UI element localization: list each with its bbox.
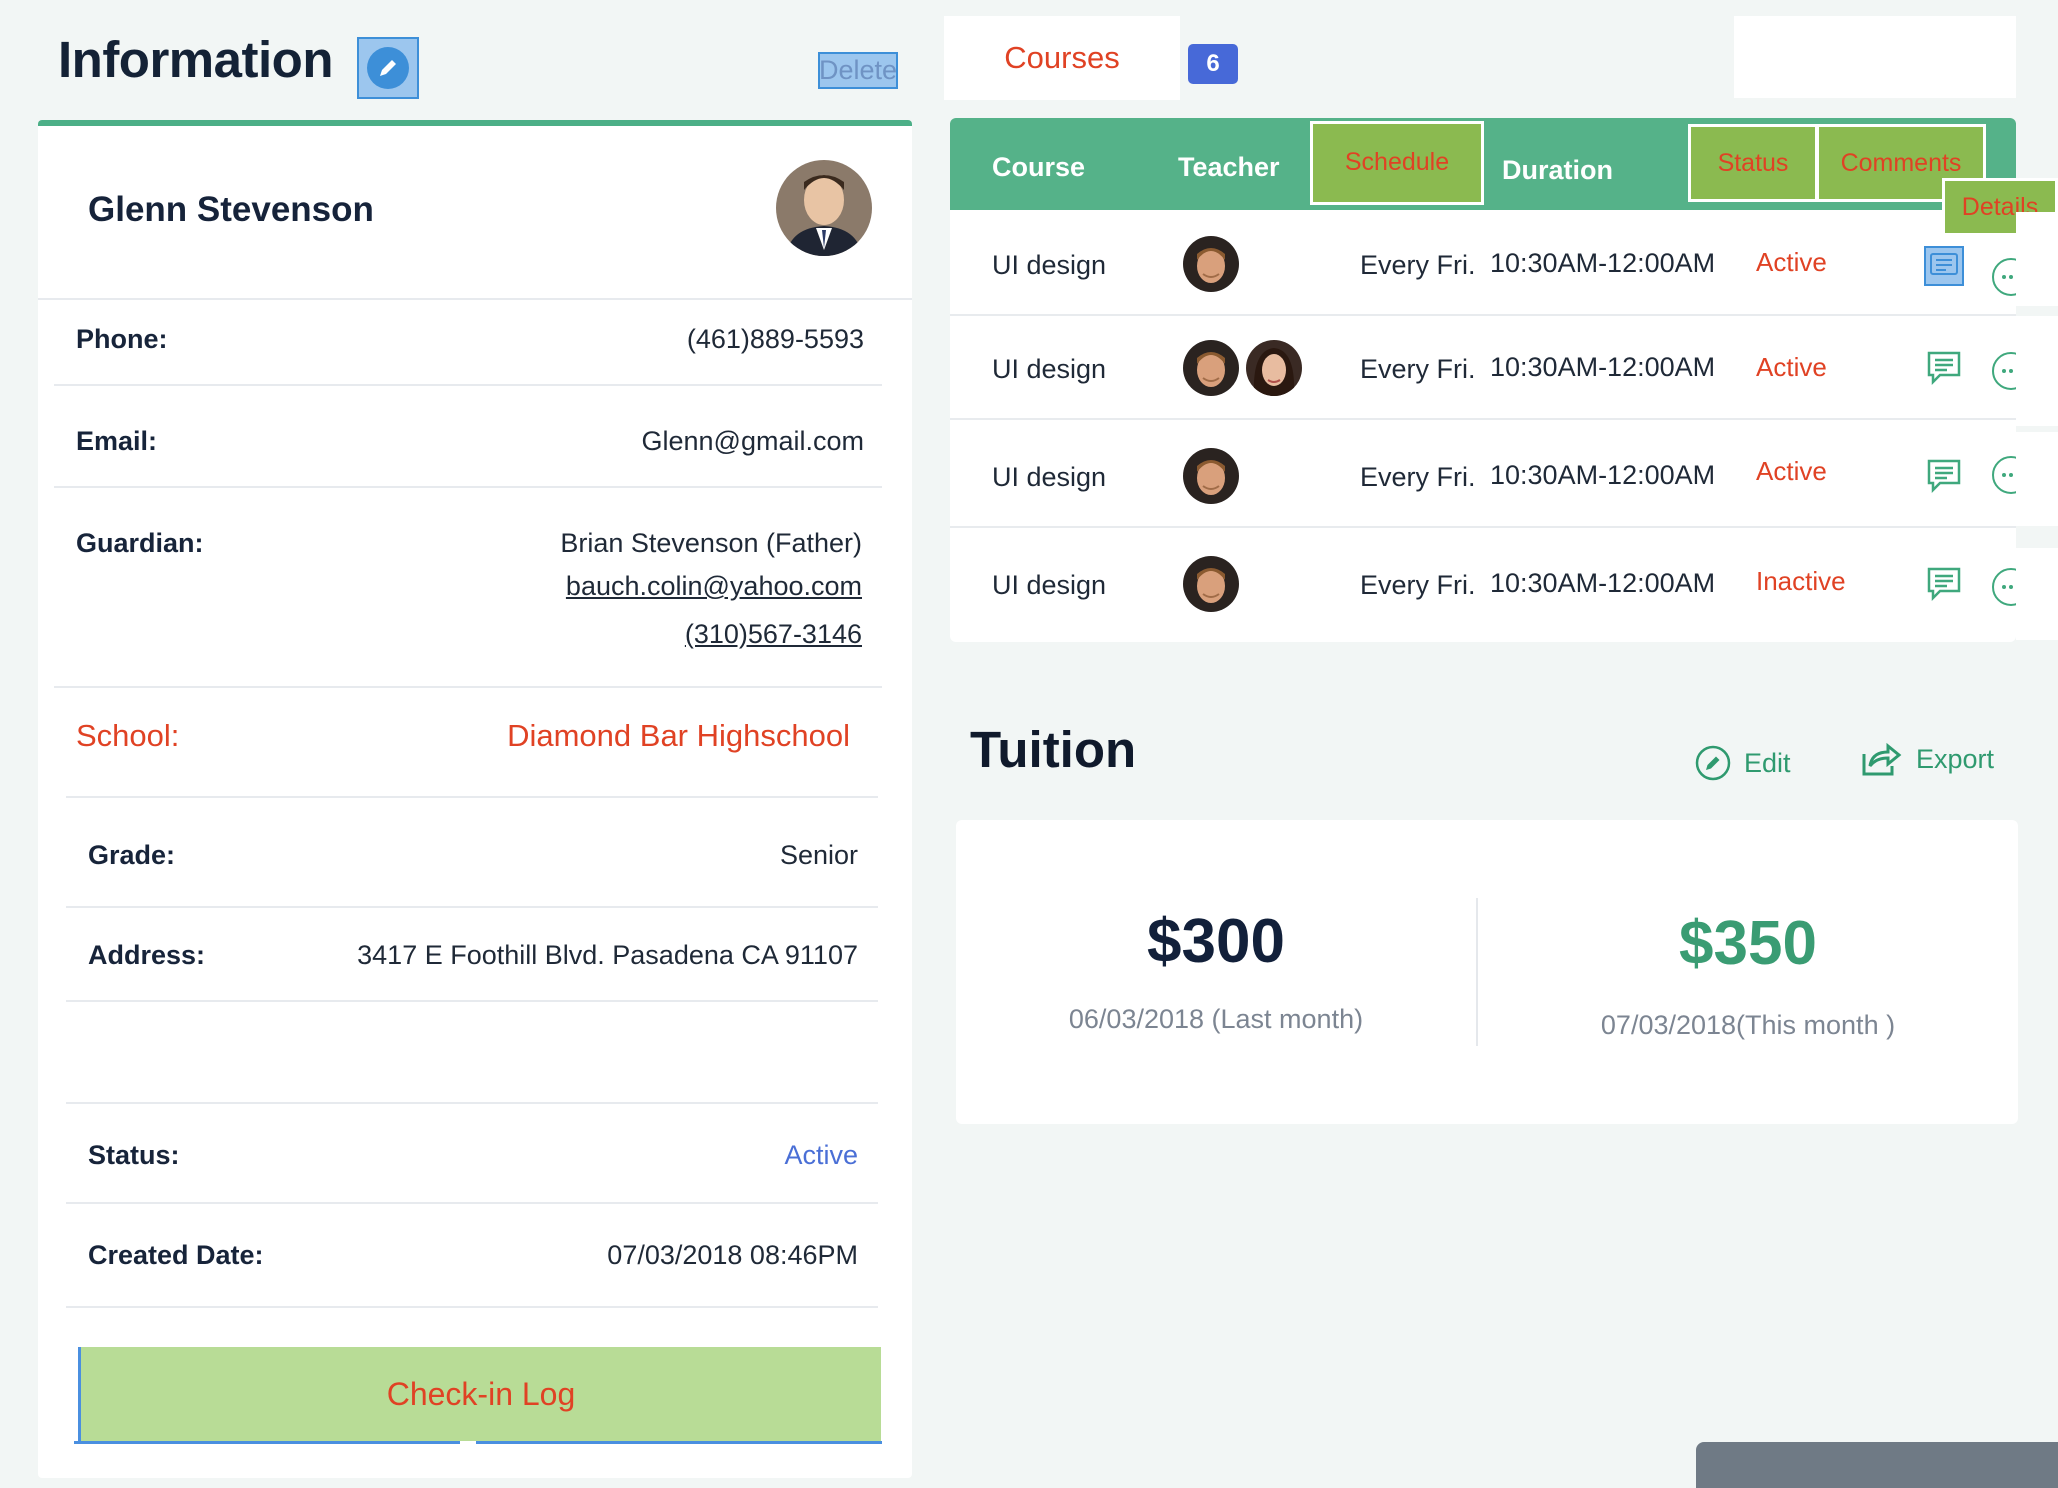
header-duration: Duration (1502, 155, 1613, 185)
status-label: Status: (88, 1140, 180, 1170)
last-month-amount: $300 (1147, 907, 1285, 976)
share-export-icon (1862, 742, 1902, 776)
this-month-date: 07/03/2018(This month ) (1600, 1010, 1896, 1040)
address-label: Address: (88, 940, 206, 970)
created-date-value: 07/03/2018 08:46PM (607, 1240, 858, 1270)
row-4-schedule: Every Fri. (1360, 570, 1476, 600)
row-1-status: Active (1756, 247, 1827, 277)
header-schedule: Schedule (1310, 121, 1484, 205)
export-label: Export (1916, 743, 1995, 774)
edit-circle-icon (1695, 745, 1731, 781)
teacher-avatar (1183, 556, 1239, 612)
phone-value: (461)889-5593 (686, 324, 864, 354)
comment-icon[interactable] (1924, 348, 1964, 388)
row-1-duration: 10:30AM-12:00AM (1490, 248, 1716, 278)
grade-value: Senior (779, 840, 858, 870)
row-3-course: UI design (992, 462, 1107, 492)
bottom-toolbar[interactable] (1696, 1442, 2058, 1488)
row-3-status: Active (1756, 456, 1827, 486)
tab-courses[interactable]: Courses (944, 16, 1180, 100)
check-in-log-button[interactable]: Check-in Log (78, 1347, 881, 1441)
edit-info-button[interactable] (357, 37, 419, 99)
row-3-duration: 10:30AM-12:00AM (1490, 460, 1716, 490)
avatar (776, 160, 872, 256)
email-label: Email: (76, 426, 158, 456)
address-value: 3417 E Foothill Blvd. Pasadena CA 91107 (357, 940, 858, 970)
last-month-date: 06/03/2018 (Last month) (1068, 1004, 1364, 1034)
comment-icon[interactable] (1924, 456, 1964, 496)
teacher-avatar (1183, 340, 1239, 396)
school-label: School: (76, 718, 180, 753)
row-2-schedule: Every Fri. (1360, 354, 1476, 384)
edit-label: Edit (1744, 747, 1791, 778)
row-2-course: UI design (992, 354, 1107, 384)
row-2-duration: 10:30AM-12:00AM (1490, 352, 1716, 382)
header-status: Status (1688, 124, 1818, 202)
row-4-duration: 10:30AM-12:00AM (1490, 568, 1716, 598)
export-tuition-button[interactable]: Export (1860, 740, 1994, 778)
this-month-amount: $350 (1679, 909, 1817, 978)
header-teacher: Teacher (1178, 152, 1280, 182)
student-name: Glenn Stevenson (88, 190, 374, 229)
created-date-label: Created Date: (88, 1240, 264, 1270)
courses-count-badge: 6 (1188, 44, 1238, 84)
guardian-name: Brian Stevenson (Father) (560, 528, 862, 558)
guardian-label: Guardian: (76, 528, 204, 558)
status-value: Active (784, 1140, 858, 1170)
teacher-avatar (1246, 340, 1302, 396)
row-3-schedule: Every Fri. (1360, 462, 1476, 492)
grade-label: Grade: (88, 840, 176, 870)
tuition-title: Tuition (970, 721, 1137, 778)
teacher-avatar (1183, 448, 1239, 504)
school-value: Diamond Bar Highschool (507, 718, 850, 753)
pencil-icon (367, 47, 409, 89)
guardian-email-link[interactable]: bauch.colin@yahoo.com (566, 571, 862, 602)
page-title: Information (58, 31, 333, 88)
comment-icon[interactable] (1924, 564, 1964, 604)
row-4-status: Inactive (1756, 566, 1846, 596)
row-1-course: UI design (992, 250, 1107, 280)
comment-icon[interactable] (1924, 246, 1964, 286)
row-4-course: UI design (992, 570, 1107, 600)
row-1-schedule: Every Fri. (1360, 250, 1476, 280)
teacher-avatar (1183, 236, 1239, 292)
guardian-phone-link[interactable]: (310)567-3146 (685, 619, 862, 650)
email-value: Glenn@gmail.com (641, 426, 865, 456)
edit-tuition-button[interactable]: Edit (1694, 744, 1791, 782)
phone-label: Phone: (76, 324, 168, 354)
delete-button[interactable]: Delete (818, 52, 898, 89)
header-course: Course (992, 152, 1086, 182)
row-2-status: Active (1756, 352, 1827, 382)
